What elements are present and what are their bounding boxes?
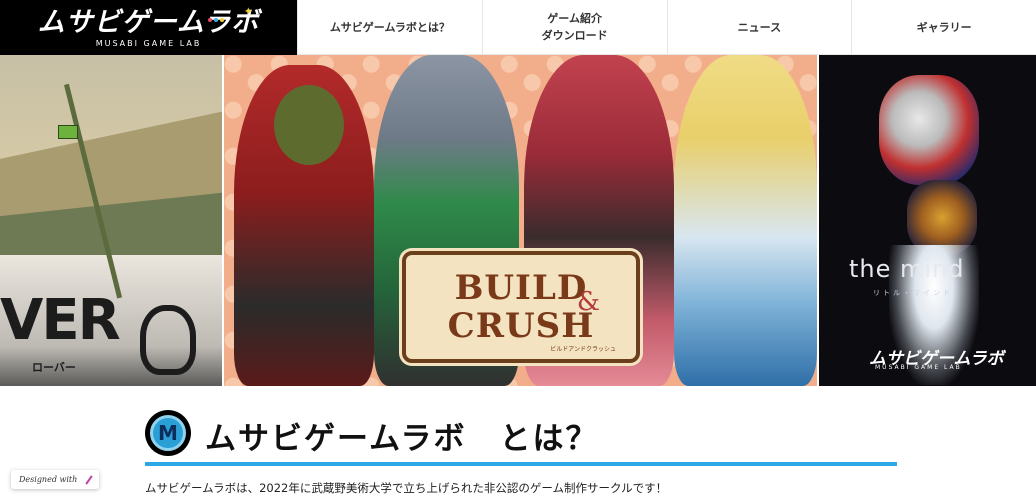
main-nav: ムサビゲームラボとは？ ゲーム紹介 ダウンロード ニュース ギャラリー [297, 0, 1036, 54]
mind-logo-sub: MUSABI GAME LAB [875, 364, 962, 371]
logo-dots [208, 7, 226, 26]
about-heading: M ムサビゲームラボ とは？ [145, 407, 897, 466]
build-crush-title-2: CRUSH [447, 306, 595, 346]
hero-panel-build-crush[interactable]: BUILD CRUSH & ビルドアンドクラッシュ [224, 55, 817, 386]
robot-head [879, 75, 979, 185]
rover-title: VER [0, 288, 121, 353]
rover-robot [58, 125, 78, 139]
about-text: ムサビゲームラボは、2022年に武蔵野美術大学で立ち上げられた非公認のゲーム制作… [145, 481, 668, 495]
mind-kana: リトル・マインド [873, 289, 953, 297]
mind-title: the mind [849, 255, 965, 283]
build-crush-logo: BUILD CRUSH & ビルドアンドクラッシュ [402, 251, 640, 363]
m-logo-letter: M [150, 415, 186, 451]
about-title: ムサビゲームラボ とは？ [205, 421, 599, 457]
pen-icon [85, 475, 93, 485]
nav-item-games[interactable]: ゲーム紹介 ダウンロード [481, 0, 667, 54]
build-crush-subtitle: ビルドアンドクラッシュ [550, 346, 616, 353]
designed-with-label: Designed with [19, 475, 78, 484]
hero-panel-rover[interactable]: VER ローバー [0, 55, 224, 386]
nav-item-label: ギャラリー [916, 20, 972, 34]
sparkle-icon: ✦ [243, 5, 253, 18]
logo-title: ムサビゲームラボ [37, 6, 260, 38]
build-crush-amp: & [576, 287, 600, 317]
nav-item-about[interactable]: ムサビゲームラボとは？ [297, 0, 482, 54]
site-header: ✦ ムサビゲームラボ MUSABI GAME LAB ムサビゲームラボとは？ ゲ… [0, 0, 1036, 55]
site-logo[interactable]: ✦ ムサビゲームラボ MUSABI GAME LAB [0, 0, 297, 55]
character-red-hood [234, 65, 374, 386]
nav-item-gallery[interactable]: ギャラリー [851, 0, 1036, 54]
hero-banner: VER ローバー BUILD CRUSH & ビルドアンドクラッシュ the m… [0, 55, 1036, 386]
designed-with-badge[interactable]: Designed with [11, 470, 99, 489]
nav-item-label: ダウンロード [541, 29, 608, 42]
robot-body [907, 180, 977, 255]
m-logo-icon: M [145, 410, 191, 456]
nav-item-label: ゲーム紹介 [547, 12, 602, 25]
nav-item-label: ニュース [737, 20, 782, 34]
character-blonde [674, 55, 817, 386]
rover-kana: ローバー [32, 361, 76, 374]
about-divider [145, 462, 897, 466]
nav-item-news[interactable]: ニュース [666, 0, 852, 54]
boot-print-icon [140, 305, 196, 375]
hero-panel-mind[interactable]: the mind リトル・マインド ムサビゲームラボ MUSABI GAME L… [817, 55, 1036, 386]
logo-subtitle: MUSABI GAME LAB [95, 38, 202, 48]
nav-item-label: ムサビゲームラボとは？ [329, 20, 450, 34]
build-crush-title-1: BUILD [454, 268, 588, 308]
